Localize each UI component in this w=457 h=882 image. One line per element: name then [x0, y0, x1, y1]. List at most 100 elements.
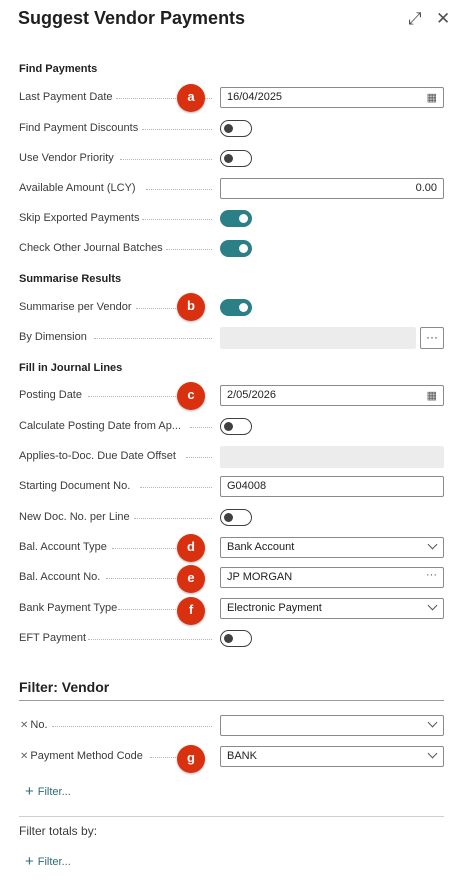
add-filter-text: Filter... — [37, 856, 71, 868]
bal-account-type-value: Bank Account — [227, 541, 295, 553]
leader-dots — [88, 396, 176, 397]
plus-icon: + — [25, 853, 34, 870]
bal-account-no-label: Bal. Account No. — [19, 571, 101, 583]
summarise-per-vendor-toggle[interactable] — [220, 299, 252, 316]
leader-dots — [106, 578, 176, 579]
add-filter-text: Filter... — [37, 786, 71, 798]
callout-badge-a: a — [177, 84, 205, 112]
use-vendor-priority-row: Use Vendor Priority — [0, 148, 457, 170]
use-vendor-priority-label: Use Vendor Priority — [19, 152, 114, 164]
leader-dots — [146, 189, 212, 190]
leader-dots — [166, 249, 212, 250]
bal-account-no-row: Bal. Account No. JP MORGAN ··· — [0, 567, 457, 589]
toggle-knob — [224, 512, 233, 522]
last-payment-date-field[interactable]: 16/04/2025 ▦ — [220, 87, 444, 108]
eft-payment-toggle[interactable] — [220, 630, 252, 647]
bank-payment-type-row: Bank Payment Type Electronic Payment — [0, 598, 457, 620]
skip-exported-payments-row: Skip Exported Payments — [0, 208, 457, 230]
payment-method-code-select[interactable]: BANK — [220, 746, 444, 767]
applies-to-doc-offset-field[interactable] — [220, 446, 444, 468]
by-dimension-assist-button[interactable]: ··· — [420, 327, 444, 349]
section-find-payments: Find Payments — [19, 63, 98, 75]
by-dimension-field[interactable] — [220, 327, 416, 349]
expand-icon[interactable]: ⤢ — [408, 9, 422, 29]
new-doc-no-per-line-toggle[interactable] — [220, 509, 252, 526]
remove-filter-icon[interactable]: ✕ — [20, 751, 28, 762]
chevron-down-icon — [427, 717, 438, 728]
leader-dots — [120, 159, 212, 160]
last-payment-date-value: 16/04/2025 — [227, 91, 283, 103]
skip-exported-payments-toggle[interactable] — [220, 210, 252, 227]
payment-method-code-value: BANK — [227, 750, 257, 762]
chevron-down-icon — [427, 600, 438, 611]
use-vendor-priority-toggle[interactable] — [220, 150, 252, 167]
check-other-journal-batches-label: Check Other Journal Batches — [19, 242, 163, 254]
bal-account-no-field[interactable]: JP MORGAN ··· — [220, 567, 444, 588]
bal-account-type-row: Bal. Account Type Bank Account — [0, 537, 457, 559]
last-payment-date-row: Last Payment Date 16/04/2025 ▦ — [0, 87, 457, 109]
leader-dots — [142, 219, 212, 220]
leader-dots — [142, 129, 212, 130]
calendar-icon[interactable]: ▦ — [427, 91, 437, 104]
posting-date-row: Posting Date 2/05/2026 ▦ — [0, 385, 457, 407]
filter-payment-method-text: Payment Method Code — [30, 750, 143, 762]
leader-dots — [140, 487, 212, 488]
available-amount-field[interactable]: 0.00 — [220, 178, 444, 199]
posting-date-field[interactable]: 2/05/2026 ▦ — [220, 385, 444, 406]
calc-posting-date-row: Calculate Posting Date from Ap... — [0, 416, 457, 438]
leader-dots — [88, 639, 212, 640]
section-summarise-results: Summarise Results — [19, 273, 122, 285]
leader-dots — [136, 308, 176, 309]
toggle-knob — [239, 303, 248, 312]
available-amount-label: Available Amount (LCY) — [19, 182, 136, 194]
leader-dots — [112, 548, 176, 549]
calendar-icon[interactable]: ▦ — [427, 389, 437, 402]
leader-dots — [118, 609, 176, 610]
applies-to-doc-offset-row: Applies-to-Doc. Due Date Offset — [0, 446, 457, 468]
applies-to-doc-offset-label: Applies-to-Doc. Due Date Offset — [19, 450, 176, 462]
check-other-journal-batches-toggle[interactable] — [220, 240, 252, 257]
summarise-per-vendor-row: Summarise per Vendor — [0, 297, 457, 319]
calc-posting-date-toggle[interactable] — [220, 418, 252, 435]
find-payment-discounts-row: Find Payment Discounts — [0, 118, 457, 140]
bank-payment-type-value: Electronic Payment — [227, 602, 322, 614]
add-totals-filter-link[interactable]: + Filter... — [25, 853, 71, 870]
toggle-knob — [224, 633, 233, 643]
filter-payment-method-row: ✕ Payment Method Code BANK — [0, 746, 457, 768]
available-amount-row: Available Amount (LCY) 0.00 — [0, 178, 457, 200]
leader-dots — [190, 427, 212, 428]
remove-filter-icon[interactable]: ✕ — [20, 720, 28, 731]
starting-document-no-row: Starting Document No. G04008 — [0, 476, 457, 498]
summarise-per-vendor-label: Summarise per Vendor — [19, 301, 132, 313]
filter-vendor-heading: Filter: Vendor — [19, 679, 110, 695]
ellipsis-icon[interactable]: ··· — [426, 569, 437, 581]
close-icon[interactable]: ✕ — [436, 9, 450, 29]
eft-payment-row: EFT Payment — [0, 628, 457, 650]
eft-payment-label: EFT Payment — [19, 632, 87, 644]
filter-payment-method-label: ✕ Payment Method Code — [20, 750, 143, 762]
starting-document-no-field[interactable]: G04008 — [220, 476, 444, 497]
filter-no-label: ✕ No. — [20, 719, 48, 731]
callout-badge-e: e — [177, 565, 205, 593]
callout-badge-d: d — [177, 534, 205, 562]
add-vendor-filter-link[interactable]: + Filter... — [25, 783, 71, 800]
leader-dots — [94, 338, 212, 339]
new-doc-no-per-line-label: New Doc. No. per Line — [19, 511, 130, 523]
filter-no-text: No. — [30, 719, 48, 731]
find-payment-discounts-toggle[interactable] — [220, 120, 252, 137]
bank-payment-type-select[interactable]: Electronic Payment — [220, 598, 444, 619]
plus-icon: + — [25, 783, 34, 800]
callout-badge-f: f — [177, 597, 205, 625]
toggle-knob — [239, 244, 248, 253]
bal-account-type-select[interactable]: Bank Account — [220, 537, 444, 558]
toggle-knob — [224, 421, 233, 431]
find-payment-discounts-label: Find Payment Discounts — [19, 122, 139, 134]
by-dimension-label: By Dimension — [19, 331, 87, 343]
divider — [19, 700, 444, 701]
divider — [19, 816, 444, 817]
bank-payment-type-label: Bank Payment Type — [19, 602, 118, 614]
filter-no-select[interactable] — [220, 715, 444, 736]
leader-dots — [186, 457, 212, 458]
chevron-down-icon — [427, 748, 438, 759]
callout-badge-g: g — [177, 745, 205, 773]
